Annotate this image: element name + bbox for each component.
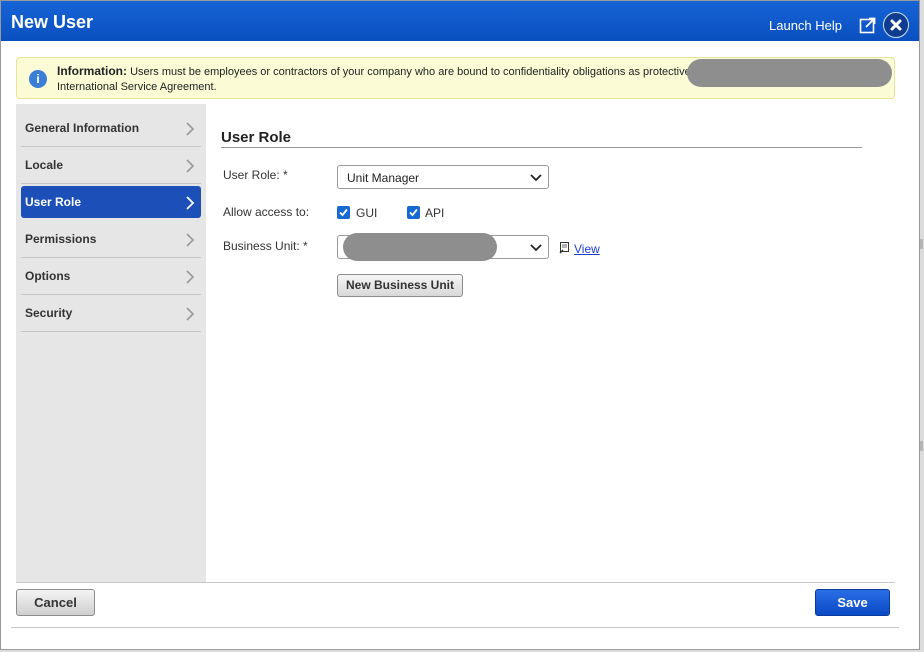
footer-divider (16, 582, 895, 583)
information-banner: i Information: Users must be employees o… (16, 57, 895, 99)
launch-help-link[interactable]: Launch Help (769, 18, 842, 33)
dialog-titlebar: New User Launch Help (1, 1, 919, 41)
section-divider (221, 147, 862, 148)
sidebar-item-label: Security (25, 306, 73, 320)
information-message-line2: International Service Agreement. (57, 81, 217, 93)
information-message: Users must be employees or contractors o… (130, 66, 691, 78)
chevron-down-icon (530, 174, 542, 182)
sidebar-item-label: General Information (25, 121, 140, 135)
chevron-right-icon (186, 122, 195, 136)
user-role-value: Unit Manager (347, 171, 420, 185)
chevron-right-icon (186, 307, 195, 321)
cancel-button[interactable]: Cancel (16, 589, 95, 616)
resize-grip (920, 441, 923, 451)
business-unit-select[interactable] (337, 233, 549, 261)
sidebar-nav: General Information Locale User Role Per… (16, 104, 206, 582)
info-icon: i (29, 70, 47, 88)
sidebar-item-user-role[interactable]: User Role (21, 186, 201, 218)
chevron-right-icon (186, 233, 195, 247)
api-checkbox-label: API (425, 206, 445, 220)
resize-grip (920, 239, 923, 249)
redacted-value (343, 233, 497, 261)
sidebar-item-label: Locale (25, 158, 64, 172)
gui-checkbox-label: GUI (356, 206, 378, 220)
view-business-unit-link[interactable]: View (574, 242, 600, 256)
popout-icon[interactable] (859, 16, 877, 34)
user-role-select[interactable]: Unit Manager (337, 165, 549, 189)
save-button[interactable]: Save (815, 589, 890, 616)
user-role-label: User Role: * (223, 168, 288, 182)
dialog-title: New User (11, 12, 94, 32)
sidebar-item-options[interactable]: Options (21, 258, 201, 295)
chevron-right-icon (186, 196, 195, 210)
new-user-dialog: New User Launch Help i Information: User… (0, 0, 923, 650)
user-role-panel: User Role User Role: * Unit Manager Allo… (206, 104, 918, 582)
chevron-right-icon (186, 159, 195, 173)
sidebar-item-label: Options (25, 269, 71, 283)
section-title: User Role (221, 129, 292, 146)
chevron-down-icon (530, 244, 542, 252)
business-unit-label: Business Unit: * (223, 239, 308, 253)
magnifier-icon (559, 242, 569, 254)
redacted-text (687, 59, 892, 87)
information-text: Information: Users must be employees or … (57, 64, 697, 95)
sidebar-item-general-information[interactable]: General Information (21, 110, 201, 147)
allow-access-label: Allow access to: (223, 205, 310, 219)
sidebar-item-label: Permissions (25, 232, 97, 246)
sidebar-item-security[interactable]: Security (21, 295, 201, 332)
gui-checkbox[interactable] (337, 206, 350, 219)
api-checkbox[interactable] (407, 206, 420, 219)
close-icon[interactable] (883, 12, 909, 38)
information-label: Information: (57, 64, 127, 78)
footer-divider-bottom (11, 627, 899, 628)
chevron-right-icon (186, 270, 195, 284)
new-business-unit-button[interactable]: New Business Unit (337, 274, 463, 297)
sidebar-item-locale[interactable]: Locale (21, 147, 201, 184)
sidebar-item-label: User Role (25, 195, 82, 209)
sidebar-item-permissions[interactable]: Permissions (21, 221, 201, 258)
